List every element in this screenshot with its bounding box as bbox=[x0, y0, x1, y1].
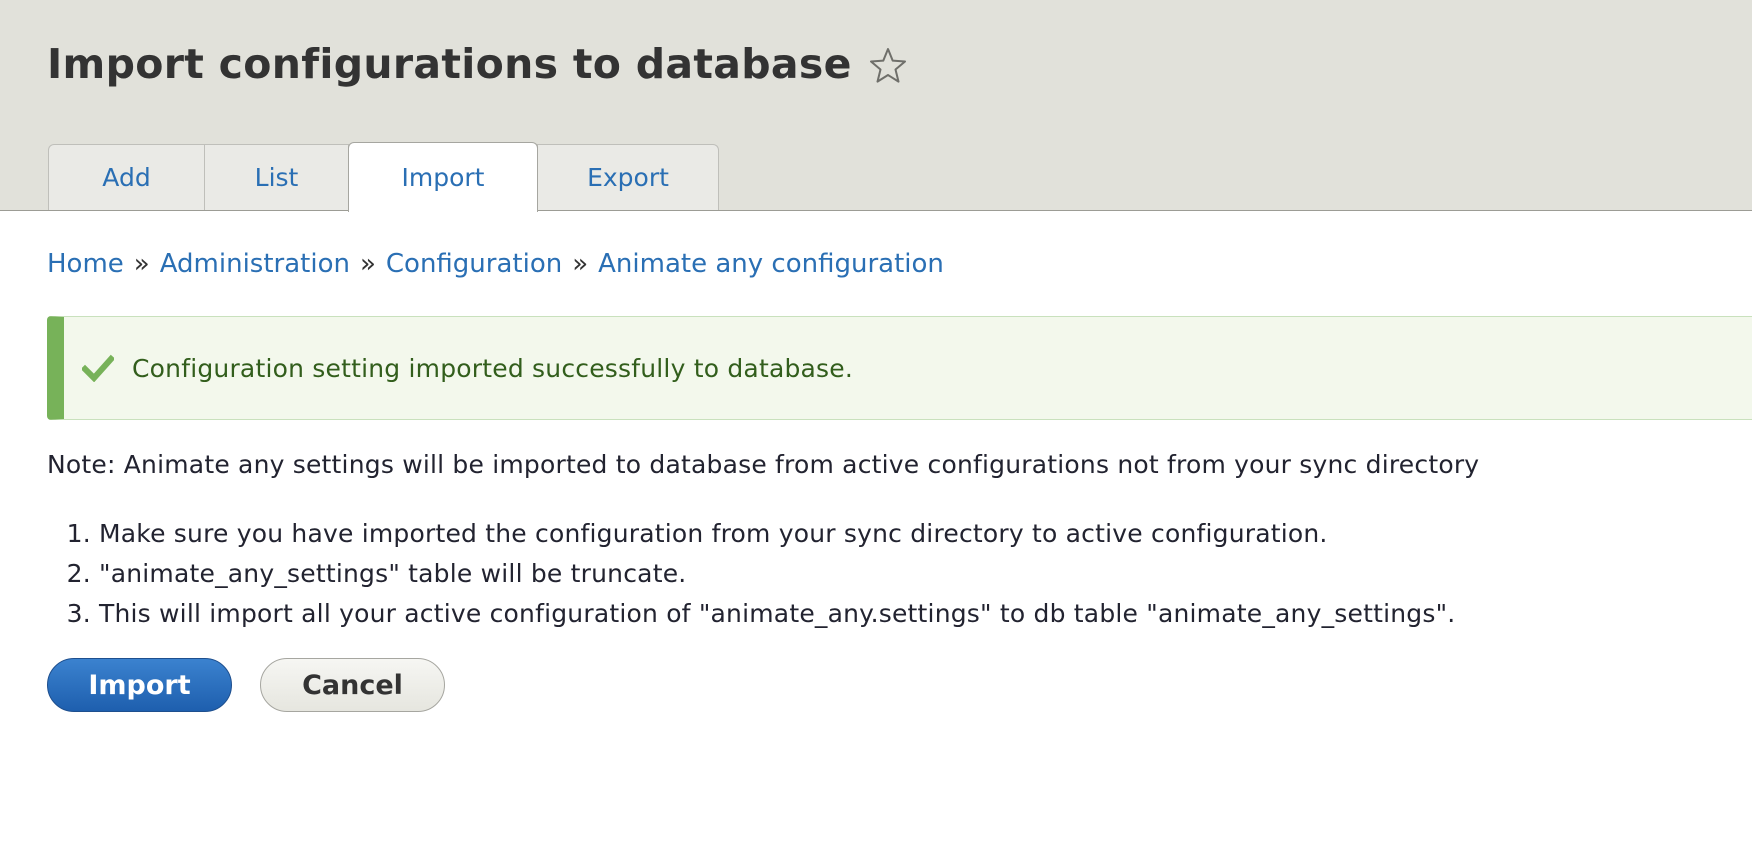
tab-list[interactable]: List bbox=[204, 144, 349, 210]
breadcrumb: Home » Administration » Configuration » Animat… bbox=[47, 249, 944, 279]
step-item: This will import all your active configu… bbox=[99, 594, 1455, 634]
primary-tabs: Add List Import Export bbox=[48, 142, 719, 212]
breadcrumb-animate-any-configuration[interactable]: Animate any configuration bbox=[598, 249, 944, 279]
breadcrumb-separator: » bbox=[133, 249, 150, 279]
tab-import[interactable]: Import bbox=[348, 142, 538, 212]
steps-list: Make sure you have imported the configur… bbox=[47, 514, 1455, 634]
form-actions: Import Cancel bbox=[47, 658, 445, 712]
breadcrumb-separator: » bbox=[359, 249, 376, 279]
tab-export[interactable]: Export bbox=[537, 144, 719, 210]
page-header: Import configurations to database Add Li… bbox=[0, 0, 1752, 212]
breadcrumb-home[interactable]: Home bbox=[47, 249, 124, 279]
import-button[interactable]: Import bbox=[47, 658, 232, 712]
breadcrumb-administration[interactable]: Administration bbox=[160, 249, 350, 279]
breadcrumb-separator: » bbox=[572, 249, 589, 279]
status-message-text: Configuration setting imported successfu… bbox=[132, 353, 854, 383]
star-icon[interactable] bbox=[868, 46, 908, 86]
page-title: Import configurations to database bbox=[47, 40, 852, 88]
breadcrumb-configuration[interactable]: Configuration bbox=[386, 249, 562, 279]
page-title-row: Import configurations to database bbox=[47, 40, 908, 88]
status-message: Configuration setting imported successfu… bbox=[47, 316, 1752, 420]
import-note: Note: Animate any settings will be impor… bbox=[47, 450, 1480, 479]
cancel-button[interactable]: Cancel bbox=[260, 658, 445, 712]
tab-add[interactable]: Add bbox=[48, 144, 205, 210]
step-item: "animate_any_settings" table will be tru… bbox=[99, 554, 1455, 594]
checkmark-icon bbox=[80, 354, 116, 383]
step-item: Make sure you have imported the configur… bbox=[99, 514, 1455, 554]
